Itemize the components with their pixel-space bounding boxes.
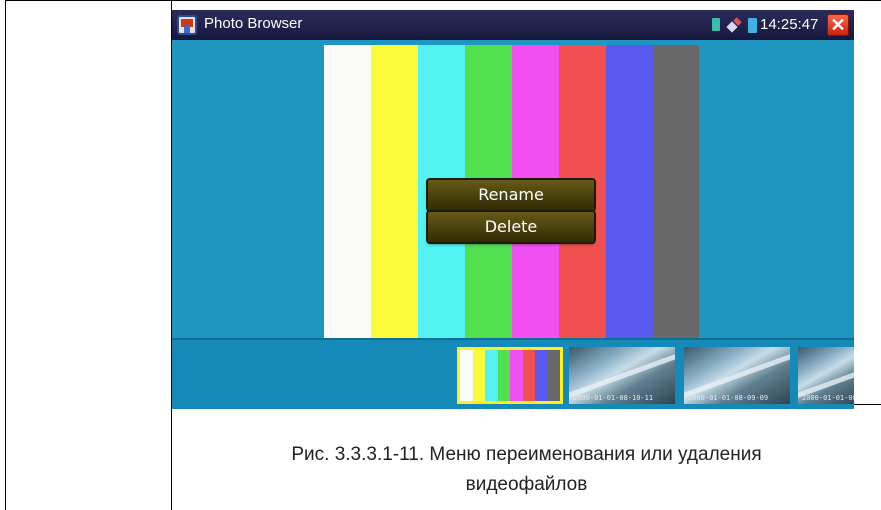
device-screen: Photo Browser 14:25:47 ✕ Rename Delete 2…	[172, 10, 854, 409]
thumbnail-color-bar	[522, 350, 535, 401]
thumbnail-selected[interactable]	[457, 347, 563, 404]
figure-caption: Рис. 3.3.3.1-11. Меню переименования или…	[172, 440, 881, 500]
battery-icon	[748, 18, 757, 33]
thumbnail-color-bar	[535, 350, 548, 401]
clock: 14:25:47	[760, 16, 819, 33]
thumbnail[interactable]: 2000-01-01-08-10-11	[569, 347, 675, 404]
rename-button[interactable]: Rename	[428, 180, 594, 210]
thumbnail-color-bar	[485, 350, 498, 401]
thumbnail-strip[interactable]: 2000-01-01-08-10-11 2000-01-01-08-09-09 …	[172, 338, 854, 409]
thumbnail[interactable]: 2000-01-01-08-09-09	[684, 347, 790, 404]
thumbnail-timestamp: 2000-01-01-08-10-11	[573, 394, 654, 402]
sd-card-icon	[712, 18, 720, 31]
color-bar	[606, 45, 653, 338]
home-app-icon[interactable]	[177, 15, 197, 35]
close-icon[interactable]: ✕	[827, 14, 849, 36]
color-bar	[324, 45, 371, 338]
frame-left-border	[5, 0, 6, 510]
thumbnail-timestamp: 2000-01-01-08-09-09	[688, 394, 769, 402]
color-bar	[653, 45, 699, 338]
window-title: Photo Browser	[204, 15, 303, 32]
thumbnail-color-bar	[547, 350, 560, 401]
thumbnail-color-bar	[460, 350, 473, 401]
caption-line-2: видеофайлов	[465, 474, 588, 495]
frame-top-border	[5, 0, 881, 1]
network-icon	[726, 17, 742, 33]
color-bar	[371, 45, 418, 338]
title-bar: Photo Browser 14:25:47 ✕	[172, 10, 854, 40]
thumbnail-color-bar	[510, 350, 523, 401]
thumbnail[interactable]: 2000-01-01-08	[798, 347, 854, 404]
thumbnail-timestamp: 2000-01-01-08	[802, 394, 854, 402]
delete-button[interactable]: Delete	[428, 212, 594, 242]
caption-line-1: Рис. 3.3.3.1-11. Меню переименования или…	[291, 444, 762, 465]
thumbnail-color-bar	[497, 350, 510, 401]
frame-row-divider	[854, 404, 881, 405]
thumbnail-color-bar	[472, 350, 485, 401]
